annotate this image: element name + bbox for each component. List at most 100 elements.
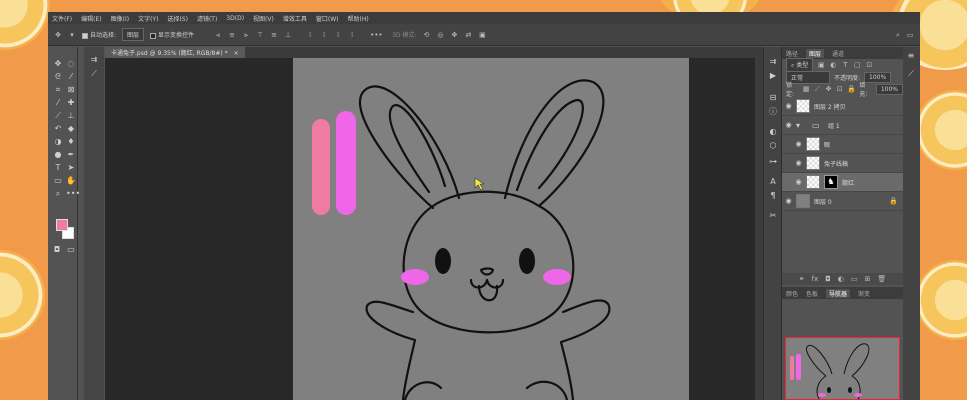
zoom-icon[interactable]: ⌕ [53, 189, 63, 199]
tab-navigator[interactable]: 导航器 [826, 288, 851, 298]
libraries-icon[interactable]: ⊶ [768, 157, 778, 167]
tab-paths[interactable]: 路径 [786, 49, 798, 58]
adjustment-layer-icon[interactable]: ◐ [838, 275, 844, 283]
eye-icon[interactable]: ◉ [785, 197, 792, 205]
fx-icon[interactable]: fx [812, 275, 819, 283]
brush-settings-icon[interactable]: ⟋ [89, 69, 99, 79]
align-center-icon[interactable]: ≡ [228, 31, 236, 39]
lock-all-icon[interactable]: 🔒 [847, 85, 856, 93]
layer-name[interactable]: 图层 0 [814, 197, 832, 206]
quick-mask-icon[interactable]: ◘ [52, 245, 62, 255]
frame-icon[interactable]: ⊠ [66, 85, 76, 95]
more-options-icon[interactable]: ••• [370, 31, 382, 39]
distribute-right-icon[interactable]: ⁞ [334, 31, 342, 39]
layer-row[interactable]: ◉ 图层 2 拷贝 [782, 97, 903, 116]
adjustments-icon[interactable]: ◐ [768, 127, 778, 137]
panel-menu-icon[interactable]: ≡ [906, 51, 916, 61]
3d-roll-icon[interactable]: ◎ [436, 31, 444, 39]
tools-extra-icon[interactable]: ✂ [768, 211, 778, 221]
marquee-icon[interactable]: ◌ [66, 59, 76, 69]
filter-shape-icon[interactable]: ▢ [853, 61, 861, 69]
canvas-area[interactable] [105, 58, 755, 400]
layer-mask-icon[interactable]: ♞ [824, 175, 838, 189]
workspace-icon[interactable]: ▭ [906, 31, 914, 39]
filter-smart-icon[interactable]: ⊡ [865, 61, 873, 69]
lock-transparency-icon[interactable]: ▦ [803, 85, 810, 93]
layer-name[interactable]: 眼 [824, 140, 830, 149]
hand-icon[interactable]: ✋ [66, 176, 76, 186]
new-layer-icon[interactable]: ⊞ [865, 275, 871, 283]
3d-scale-icon[interactable]: ▣ [478, 31, 486, 39]
3d-pan-icon[interactable]: ✥ [450, 31, 458, 39]
close-tab-icon[interactable]: × [234, 50, 239, 57]
tab-gradients[interactable]: 渐变 [858, 289, 870, 298]
rectangle-icon[interactable]: ▭ [53, 176, 63, 186]
filter-type-icon[interactable]: T [841, 61, 849, 69]
3d-rotate-icon[interactable]: ⟲ [422, 31, 430, 39]
eraser-icon[interactable]: ◆ [66, 124, 76, 134]
layer-row[interactable]: ◉ 兔子线稿 [782, 154, 903, 173]
blur-icon[interactable]: ♦ [66, 137, 76, 147]
menu-file[interactable]: 文件(F) [52, 14, 72, 23]
character-icon[interactable]: A [768, 177, 778, 187]
menu-filter[interactable]: 滤镜(T) [197, 14, 217, 23]
crop-icon[interactable]: ⌗ [53, 85, 63, 95]
menu-type[interactable]: 文字(Y) [138, 14, 158, 23]
eye-icon[interactable]: ◉ [785, 102, 792, 110]
menu-image[interactable]: 图像(I) [111, 14, 129, 23]
layer-name[interactable]: 组 1 [828, 121, 840, 130]
align-right-icon[interactable]: ⫸ [242, 31, 250, 39]
heal-icon[interactable]: ✚ [66, 98, 76, 108]
lock-paint-icon[interactable]: ⟋ [814, 85, 821, 93]
eye-icon[interactable]: ◉ [795, 159, 802, 167]
3d-slide-icon[interactable]: ⇄ [464, 31, 472, 39]
layer-row-selected[interactable]: ◉ ♞ 腮红 [782, 173, 903, 192]
menu-3d[interactable]: 3D(D) [226, 15, 244, 22]
distribute-center-icon[interactable]: ⁞ [320, 31, 328, 39]
trash-icon[interactable]: 🗑 [877, 275, 886, 283]
type-icon[interactable]: T [53, 163, 63, 173]
layer-name[interactable]: 兔子线稿 [824, 159, 848, 168]
gradient-icon[interactable]: ◑ [53, 137, 63, 147]
menu-select[interactable]: 选择(S) [167, 14, 188, 23]
add-mask-icon[interactable]: ◘ [825, 275, 831, 283]
brush-icon[interactable]: ⟋ [53, 111, 63, 121]
menu-edit[interactable]: 编辑(E) [81, 14, 101, 23]
eye-icon[interactable]: ◉ [785, 121, 792, 129]
stamp-icon[interactable]: ⊥ [66, 111, 76, 121]
document-canvas[interactable] [293, 58, 689, 400]
lock-position-icon[interactable]: ✥ [825, 85, 832, 93]
properties-icon[interactable]: ⊟ [768, 93, 778, 103]
move-tool-icon[interactable]: ✥ [54, 31, 62, 39]
distribute-extra-icon[interactable]: ⁞ [348, 31, 356, 39]
chevron-down-icon[interactable]: ▾ [68, 31, 76, 39]
eye-icon[interactable]: ◉ [795, 140, 802, 148]
lasso-icon[interactable]: ᘓ [53, 72, 63, 82]
paragraph-icon[interactable]: ¶ [768, 191, 778, 201]
align-middle-icon[interactable]: ≡ [270, 31, 278, 39]
background-color-swatch[interactable] [56, 219, 68, 231]
align-bottom-icon[interactable]: ⊥ [284, 31, 292, 39]
menu-window[interactable]: 窗口(W) [316, 14, 339, 23]
styles-icon[interactable]: ⬡ [768, 141, 778, 151]
tab-swatches[interactable]: 色板 [806, 289, 818, 298]
tab-color[interactable]: 颜色 [786, 289, 798, 298]
new-group-icon[interactable]: ▭ [851, 275, 858, 283]
document-tab[interactable]: 卡通兔子.psd @ 9.35% (腮红, RGB/8#) * × [105, 47, 245, 58]
layer-name[interactable]: 图层 2 拷贝 [814, 102, 846, 111]
layer-row[interactable]: ◉ ▾ ▭ 组 1 [782, 116, 903, 135]
filter-adjust-icon[interactable]: ◐ [829, 61, 837, 69]
path-select-icon[interactable]: ➤ [66, 163, 76, 173]
auto-select-checkbox[interactable]: 自动选择: [82, 30, 116, 39]
layer-name[interactable]: 腮红 [842, 178, 854, 187]
history-panel-icon[interactable]: ⇉ [89, 55, 99, 65]
align-left-icon[interactable]: ⫷ [214, 31, 222, 39]
play-icon[interactable]: ▶ [768, 71, 778, 81]
distribute-left-icon[interactable]: ⁞ [306, 31, 314, 39]
show-transform-checkbox[interactable]: 显示变换控件 [150, 30, 194, 39]
lock-artboard-icon[interactable]: ⊡ [836, 85, 843, 93]
navigator-preview[interactable] [785, 337, 900, 400]
dodge-icon[interactable]: ● [53, 150, 63, 160]
filter-pixel-icon[interactable]: ▣ [817, 61, 825, 69]
eyedropper-icon[interactable]: ⁄ [53, 98, 63, 108]
